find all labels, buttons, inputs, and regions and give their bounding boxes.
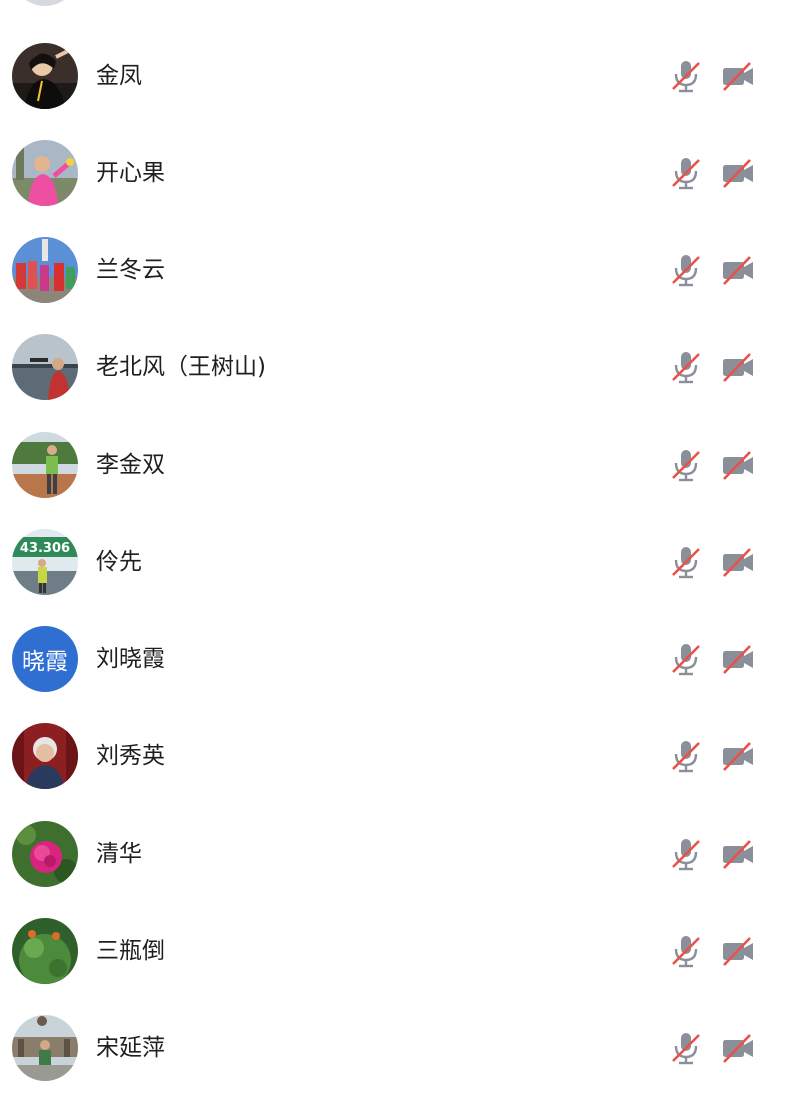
- camera-off-icon[interactable]: [720, 738, 756, 774]
- svg-text:43.306: 43.306: [20, 541, 70, 556]
- participant-name: 三瓶倒: [96, 938, 165, 964]
- microphone-muted-icon[interactable]: [668, 933, 704, 969]
- participant-row[interactable]: 晓霞 刘晓霞: [0, 626, 800, 722]
- participant-row[interactable]: 宋延萍: [0, 1015, 800, 1100]
- camera-off-icon[interactable]: [720, 933, 756, 969]
- participant-name: 开心果: [96, 160, 165, 186]
- participant-row[interactable]: 清华: [0, 821, 800, 917]
- avatar: [12, 237, 78, 303]
- microphone-muted-icon[interactable]: [668, 738, 704, 774]
- avatar: [12, 43, 78, 109]
- participant-name: 刘秀英: [96, 743, 165, 769]
- avatar: [12, 1015, 78, 1081]
- microphone-muted-icon[interactable]: [668, 58, 704, 94]
- avatar: [12, 140, 78, 206]
- participant-row[interactable]: 兰冬云: [0, 237, 800, 333]
- participant-name: 李金双: [96, 452, 165, 478]
- microphone-muted-icon[interactable]: [668, 252, 704, 288]
- participant-row[interactable]: 李金双: [0, 432, 800, 528]
- avatar: [12, 0, 78, 6]
- microphone-muted-icon[interactable]: [668, 544, 704, 580]
- camera-off-icon[interactable]: [720, 252, 756, 288]
- participant-name: 伶先: [96, 549, 142, 575]
- participant-row[interactable]: 刘秀英: [0, 723, 800, 819]
- participant-name: 刘晓霞: [96, 646, 165, 672]
- microphone-muted-icon[interactable]: [668, 641, 704, 677]
- camera-off-icon[interactable]: [720, 544, 756, 580]
- microphone-muted-icon[interactable]: [668, 349, 704, 385]
- participant-row[interactable]: 开心果: [0, 140, 800, 236]
- avatar: [12, 432, 78, 498]
- participant-name: 清华: [96, 841, 142, 867]
- microphone-muted-icon[interactable]: [668, 155, 704, 191]
- avatar: [12, 918, 78, 984]
- microphone-muted-icon[interactable]: [668, 836, 704, 872]
- camera-off-icon[interactable]: [720, 836, 756, 872]
- participant-name: 兰冬云: [96, 257, 165, 283]
- camera-off-icon[interactable]: [720, 58, 756, 94]
- avatar-initials: 晓霞: [12, 626, 78, 692]
- camera-off-icon[interactable]: [720, 155, 756, 191]
- avatar: 43.306: [12, 529, 78, 595]
- participant-name: 金凤: [96, 63, 142, 89]
- camera-off-icon[interactable]: [720, 641, 756, 677]
- camera-off-icon[interactable]: [720, 1030, 756, 1066]
- participant-name: 老北风（王树山): [96, 354, 266, 380]
- participant-row[interactable]: 金凤: [0, 43, 800, 139]
- participant-name: 宋延萍: [96, 1035, 165, 1061]
- avatar: [12, 334, 78, 400]
- microphone-muted-icon[interactable]: [668, 1030, 704, 1066]
- participant-row[interactable]: 老北风（王树山): [0, 334, 800, 430]
- avatar: [12, 723, 78, 789]
- avatar: [12, 821, 78, 887]
- camera-off-icon[interactable]: [720, 349, 756, 385]
- camera-off-icon[interactable]: [720, 447, 756, 483]
- participant-row[interactable]: 43.306 伶先: [0, 529, 800, 625]
- participant-list: 金凤 开心果 兰冬云 老北风（王树山) 李金双 43.306 伶先 晓霞 刘晓霞…: [0, 0, 800, 1100]
- participant-row[interactable]: 三瓶倒: [0, 918, 800, 1014]
- microphone-muted-icon[interactable]: [668, 447, 704, 483]
